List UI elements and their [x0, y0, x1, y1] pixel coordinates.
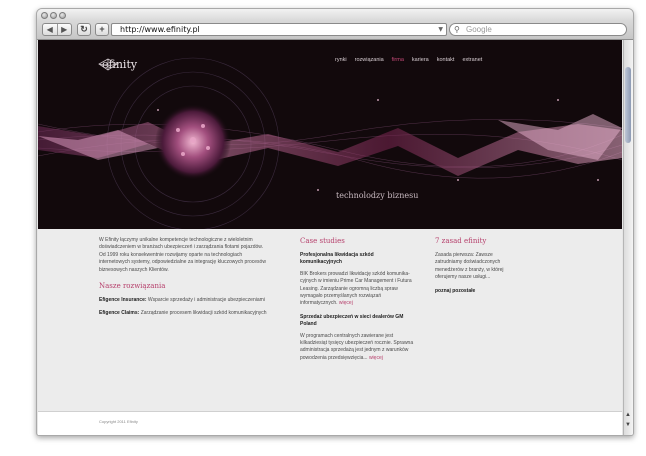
- nav-item-kariera[interactable]: kariera: [412, 57, 429, 63]
- title-bar: [37, 9, 633, 21]
- scrollbar-thumb[interactable]: [625, 67, 631, 143]
- search-input[interactable]: ⚲ Google: [449, 23, 627, 36]
- nav-item-firma[interactable]: firma: [392, 57, 404, 63]
- case-study-text: BIK Brokers prowadzi likwidację szkód ko…: [300, 271, 415, 308]
- add-bookmark-button[interactable]: +: [95, 23, 109, 36]
- browser-toolbar: ◀ ▶ ↻ + http://www.efinity.pl ▼ ⚲ Google: [37, 21, 633, 40]
- case-study-more-link[interactable]: więcej: [369, 355, 383, 361]
- case-study-more-link[interactable]: więcej: [339, 300, 353, 306]
- case-study-title[interactable]: Profesjonalna likwidacja szkód komunikac…: [300, 252, 415, 267]
- solutions-heading: Nasze rozwiązania: [99, 282, 166, 291]
- solution-item: Efigence Insurance: Wsparcie sprzedaży i…: [99, 297, 269, 304]
- nav-item-extranet[interactable]: extranet: [462, 57, 482, 63]
- content-area: W Efinity łączymy unikalne kompetencje t…: [38, 229, 622, 411]
- solution-label[interactable]: Efigence Insurance:: [99, 297, 147, 303]
- rules-text: Zasada pierwsza: Zawsze zatrudniamy dośw…: [435, 252, 504, 281]
- scroll-down-icon[interactable]: ▼: [625, 422, 631, 428]
- reload-button[interactable]: ↻: [77, 23, 91, 36]
- solution-label[interactable]: Efigence Claims:: [99, 310, 139, 316]
- case-study-title[interactable]: Sprzedaż ubezpieczeń w sieci dealerów GM…: [300, 314, 415, 329]
- rules-more-link[interactable]: poznaj pozostałe: [435, 288, 517, 295]
- forward-button[interactable]: ▶: [58, 24, 72, 35]
- url-input[interactable]: http://www.efinity.pl ▼: [111, 23, 447, 36]
- nav-item-kontakt[interactable]: kontakt: [437, 57, 455, 63]
- page-viewport: efinity rynki rozwiązania firma kariera …: [38, 40, 622, 435]
- intro-text: W Efinity łączymy unikalne kompetencje t…: [99, 237, 266, 273]
- hero-banner: efinity rynki rozwiązania firma kariera …: [38, 40, 622, 229]
- url-text: http://www.efinity.pl: [120, 25, 200, 34]
- page-footer: Copyright 2011 Efinity: [38, 411, 622, 435]
- search-placeholder: Google: [466, 25, 492, 34]
- site-logo[interactable]: efinity: [98, 58, 137, 71]
- copyright-text: Copyright 2011 Efinity: [99, 419, 138, 424]
- hero-tagline: technolodzy biznesu: [336, 191, 419, 200]
- efinity-logo-icon: [98, 58, 118, 71]
- case-study-body: BIK Brokers prowadzi likwidację szkód ko…: [300, 270, 412, 307]
- solution-text: Zarządzanie procesem likwidacji szkód ko…: [140, 310, 267, 317]
- solution-text: Wsparcie sprzedaży i administracje ubezp…: [147, 297, 265, 304]
- zoom-window-icon[interactable]: [59, 12, 66, 19]
- nav-item-rozwiazania[interactable]: rozwiązania: [355, 57, 384, 63]
- minimize-window-icon[interactable]: [50, 12, 57, 19]
- case-studies-column: Case studies Profesjonalna likwidacja sz…: [300, 237, 415, 368]
- url-dropdown-icon[interactable]: ▼: [438, 24, 443, 35]
- site-nav: rynki rozwiązania firma kariera kontakt …: [335, 57, 482, 63]
- case-studies-heading: Case studies: [300, 237, 345, 245]
- rules-heading: 7 zasad efinity: [435, 237, 487, 245]
- case-study-text: W programach centralnych zawierane jest …: [300, 333, 415, 363]
- search-icon: ⚲: [454, 25, 460, 34]
- close-window-icon[interactable]: [41, 12, 48, 19]
- nav-item-rynki[interactable]: rynki: [335, 57, 347, 63]
- back-button[interactable]: ◀: [43, 24, 58, 35]
- history-buttons: ◀ ▶: [42, 23, 72, 36]
- browser-window: ◀ ▶ ↻ + http://www.efinity.pl ▼ ⚲ Google: [36, 8, 634, 436]
- solution-item: Efigence Claims: Zarządzanie procesem li…: [99, 310, 269, 317]
- intro-column: W Efinity łączymy unikalne kompetencje t…: [99, 237, 269, 324]
- rules-column: 7 zasad efinity Zasada pierwsza: Zawsze …: [435, 237, 517, 299]
- vertical-scrollbar[interactable]: ▲ ▼: [623, 40, 633, 435]
- scroll-up-icon[interactable]: ▲: [625, 412, 631, 418]
- case-study-body: W programach centralnych zawierane jest …: [300, 332, 414, 361]
